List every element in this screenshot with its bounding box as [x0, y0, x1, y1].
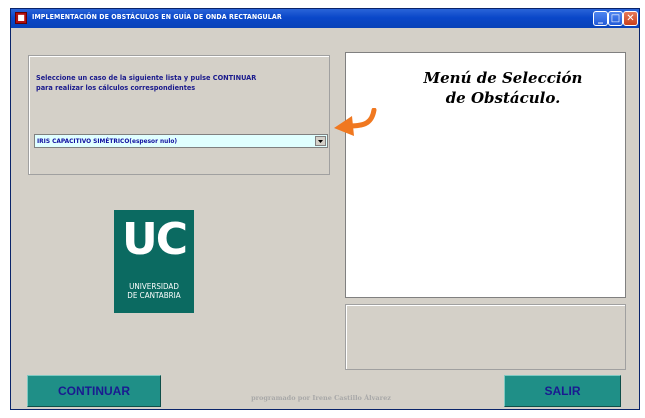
chevron-down-icon[interactable]: [315, 136, 326, 146]
salir-button[interactable]: SALIR: [504, 375, 621, 407]
maximize-button[interactable]: □: [608, 11, 623, 26]
annotation-line-2: de Obstáculo.: [445, 89, 561, 107]
matlab-app-icon[interactable]: ■: [15, 12, 27, 24]
continuar-button[interactable]: CONTINUAR: [27, 375, 161, 407]
window-title: IMPLEMENTACIÓN DE OBSTÁCULOS EN GUÍA DE …: [32, 13, 282, 21]
university-logo: UC UNIVERSIDAD DE CANTABRIA: [114, 210, 194, 313]
instruction-line-1: Seleccione un caso de la siguiente lista…: [36, 73, 257, 82]
close-button[interactable]: ✕: [623, 11, 638, 26]
instruction-line-2: para realizar los cálculos correspondien…: [36, 83, 196, 92]
obstacle-select[interactable]: IRIS CAPACITIVO SIMÉTRICO(espesor nulo): [34, 134, 328, 148]
secondary-panel: [345, 304, 626, 370]
logo-monogram: UC: [121, 214, 188, 265]
selection-panel: Seleccione un caso de la siguiente lista…: [28, 55, 330, 175]
selection-instructions: Seleccione un caso de la siguiente lista…: [36, 73, 328, 93]
minimize-button[interactable]: _: [593, 11, 608, 26]
author-credit: programado por Irene Castillo Álvarez: [251, 394, 391, 402]
pointer-arrow-icon: [334, 108, 377, 136]
obstacle-select-value: IRIS CAPACITIVO SIMÉTRICO(espesor nulo): [37, 137, 178, 145]
annotation-label: Menú de Selección de Obstáculo.: [383, 68, 623, 108]
logo-text-line-2: DE CANTABRIA: [127, 291, 181, 300]
annotation-line-1: Menú de Selección: [423, 69, 583, 87]
title-bar[interactable]: ■ IMPLEMENTACIÓN DE OBSTÁCULOS EN GUÍA D…: [11, 9, 639, 28]
